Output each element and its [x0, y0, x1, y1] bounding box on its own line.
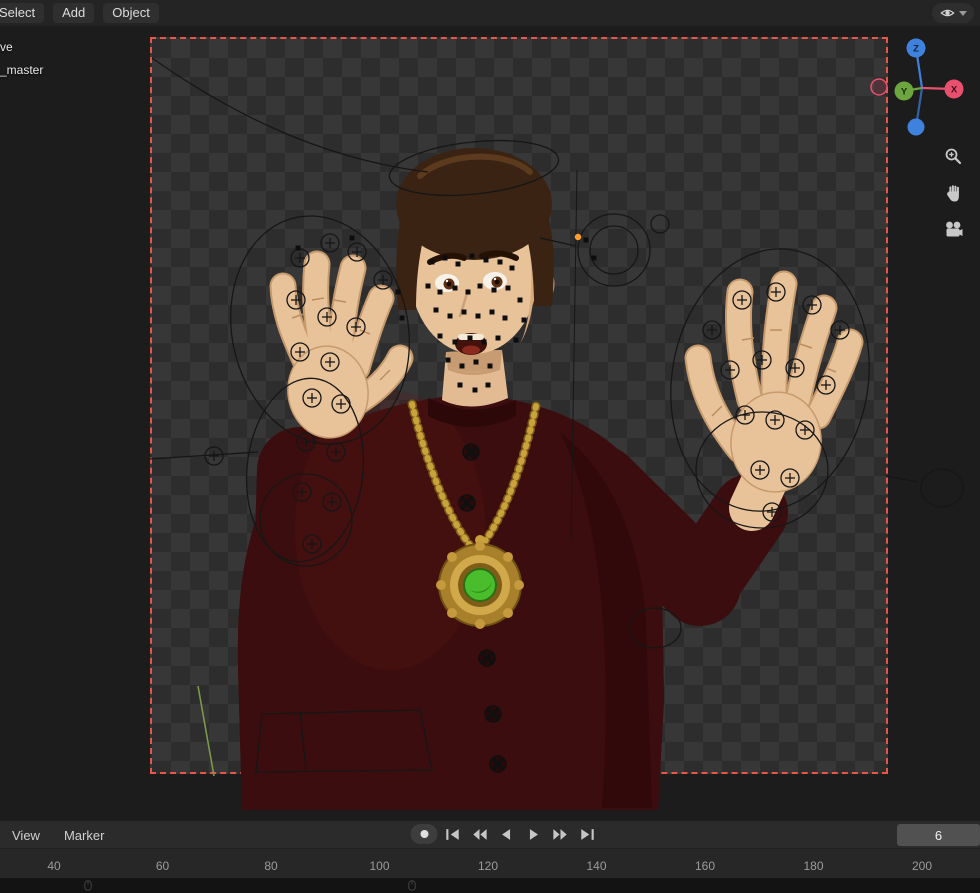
navigation-gizmo[interactable]: Z Y X — [856, 30, 968, 138]
current-frame-field[interactable]: 6 — [897, 824, 980, 846]
pan-tool-button[interactable] — [942, 182, 964, 204]
ruler-tick-label: 160 — [694, 859, 716, 873]
jump-to-start-icon — [446, 828, 459, 840]
status-bar — [0, 878, 980, 893]
svg-text:Z: Z — [913, 44, 919, 55]
next-keyframe-icon — [553, 828, 567, 840]
camera-frame — [150, 37, 888, 774]
gizmo-z-ball: Z — [906, 38, 926, 58]
mouse-right-icon — [408, 880, 416, 891]
ruler-tick-label: 140 — [586, 859, 607, 873]
magnifier-plus-icon — [945, 148, 962, 165]
movie-camera-icon — [945, 221, 962, 236]
play-button[interactable] — [522, 824, 546, 844]
previous-keyframe-icon — [473, 828, 487, 840]
gizmo-neg-z-ball — [907, 118, 925, 136]
eye-icon — [940, 9, 955, 17]
ruler-tick-label: 80 — [264, 859, 278, 873]
menu-add[interactable]: Add — [53, 3, 95, 23]
viewport-overlay-text-perspective: ve — [0, 40, 13, 54]
gizmo-neg-x-ball — [870, 78, 888, 96]
mouse-left-icon — [84, 880, 92, 891]
playback-controls — [410, 824, 600, 844]
ruler-tick-label: 40 — [47, 859, 61, 873]
timeline-header: View Marker 6 — [0, 820, 980, 848]
ruler-tick-label: 180 — [803, 859, 824, 873]
viewport-header: Select Add Object — [0, 0, 980, 26]
current-frame-value: 6 — [934, 827, 943, 843]
ruler-tick-label: 120 — [477, 859, 499, 873]
gizmo-y-ball: Y — [894, 81, 914, 101]
hand-icon — [946, 185, 959, 202]
ruler-tick-label: 100 — [369, 859, 390, 873]
gizmo-x-ball: X — [944, 79, 964, 99]
next-keyframe-button[interactable] — [549, 824, 573, 844]
menu-object[interactable]: Object — [103, 3, 159, 23]
play-reverse-icon — [502, 828, 511, 840]
jump-to-start-button[interactable] — [441, 824, 465, 844]
previous-keyframe-button[interactable] — [468, 824, 492, 844]
auto-keyframe-button[interactable] — [410, 824, 438, 844]
camera-view-button[interactable] — [942, 218, 964, 240]
play-icon — [529, 828, 538, 840]
zoom-tool-button[interactable] — [942, 145, 964, 167]
timeline-menu-view[interactable]: View — [12, 828, 40, 843]
svg-text:X: X — [951, 85, 958, 96]
jump-to-end-icon — [581, 828, 594, 840]
viewport-overlay-text-collection: _master — [0, 63, 44, 77]
blender-window: Select Add Object ve _master Z Y X View … — [0, 0, 980, 893]
visibility-dropdown[interactable] — [932, 3, 974, 23]
menu-select[interactable]: Select — [0, 3, 45, 23]
chevron-down-icon — [959, 11, 967, 16]
3d-viewport[interactable]: Select Add Object ve _master Z Y X — [0, 0, 980, 820]
svg-text:Y: Y — [901, 87, 908, 98]
timeline-ruler[interactable]: 40 60 80 100 120 140 160 180 200 — [0, 848, 980, 878]
jump-to-end-button[interactable] — [576, 824, 600, 844]
timeline-menu-marker[interactable]: Marker — [64, 828, 104, 843]
play-reverse-button[interactable] — [495, 824, 519, 844]
record-icon — [420, 830, 428, 838]
ruler-tick-label: 60 — [155, 859, 170, 873]
ruler-tick-label: 200 — [911, 859, 933, 873]
